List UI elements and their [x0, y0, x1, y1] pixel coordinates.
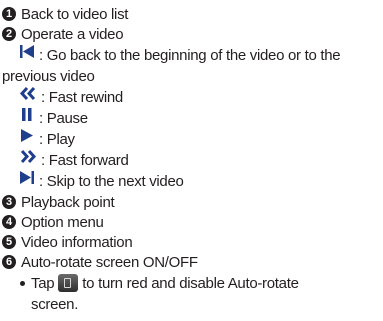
instruction-list: 1 Back to video list 2 Operate a video : G… — [0, 0, 383, 321]
note-before: Tap — [31, 275, 55, 292]
pause-icon — [19, 107, 35, 128]
skip-next-icon — [19, 170, 35, 191]
forward-description: : Fast forward — [41, 152, 129, 169]
auto-rotate-note: Tap to turn red and disable Auto-rotate — [20, 273, 299, 294]
number-badge: 4 — [2, 215, 16, 230]
skip-previous-icon — [19, 44, 35, 65]
previous-description-cont: previous video — [2, 68, 95, 85]
operate-forward-line: : Fast forward — [19, 149, 129, 171]
list-item-label: Option menu — [21, 214, 104, 231]
fast-rewind-icon — [19, 86, 37, 107]
next-description: : Skip to the next video — [39, 173, 184, 190]
list-item-label: Operate a video — [21, 26, 124, 43]
operate-rewind-line: : Fast rewind — [19, 86, 123, 108]
previous-description: : Go back to the beginning of the video … — [39, 47, 341, 64]
list-item-label: Auto-rotate screen ON/OFF — [21, 254, 198, 271]
play-icon — [19, 128, 35, 149]
operate-play-line: : Play — [19, 128, 75, 150]
operate-previous-line-2: previous video — [2, 67, 95, 87]
pause-description: : Pause — [39, 110, 88, 127]
list-item-operate-video: 2 Operate a video — [2, 25, 124, 45]
list-item-option-menu: 4 Option menu — [2, 213, 104, 233]
list-item-auto-rotate: 6 Auto-rotate screen ON/OFF — [2, 253, 198, 273]
note-continuation: screen. — [31, 296, 79, 313]
operate-next-line: : Skip to the next video — [19, 170, 184, 192]
number-badge: 1 — [2, 7, 16, 22]
play-description: : Play — [39, 131, 75, 148]
list-item-video-information: 5 Video information — [2, 233, 133, 253]
number-badge: 6 — [2, 255, 16, 270]
operate-pause-line: : Pause — [19, 107, 88, 129]
operate-previous-line: : Go back to the beginning of the video … — [19, 44, 341, 66]
number-badge: 3 — [2, 195, 16, 210]
list-item-label: Video information — [21, 234, 133, 251]
rewind-description: : Fast rewind — [41, 89, 123, 106]
number-badge: 5 — [2, 235, 16, 250]
auto-rotate-icon — [58, 273, 79, 292]
list-item-back-to-video-list: 1 Back to video list — [2, 5, 128, 25]
fast-forward-icon — [19, 149, 37, 170]
note-after: to turn red and disable Auto-rotate — [82, 275, 299, 292]
number-badge: 2 — [2, 27, 16, 42]
list-item-label: Back to video list — [21, 6, 129, 23]
bullet-icon — [20, 280, 25, 286]
auto-rotate-note-line-2: screen. — [31, 295, 78, 315]
list-item-playback-point: 3 Playback point — [2, 193, 115, 213]
list-item-label: Playback point — [21, 194, 115, 211]
